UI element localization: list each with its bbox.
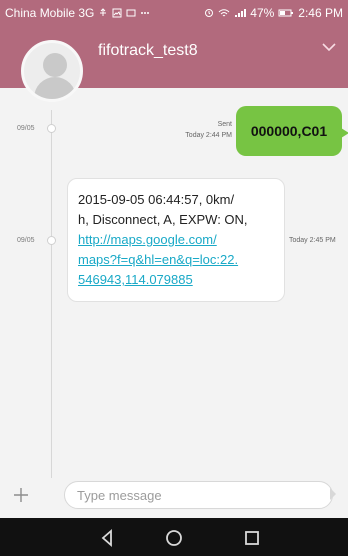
back-icon[interactable] xyxy=(95,526,119,550)
image-icon xyxy=(112,8,122,18)
map-link[interactable]: maps?f=q&hl=en&q=loc:22. xyxy=(78,250,274,270)
message-input[interactable] xyxy=(64,481,333,509)
more-icon xyxy=(141,12,150,14)
add-attachment-icon[interactable] xyxy=(12,486,30,504)
send-arrow-icon[interactable] xyxy=(330,488,336,500)
received-message-line: h, Disconnect, A, EXPW: ON, xyxy=(78,212,248,227)
sent-time: Today 2:44 PM xyxy=(185,132,232,139)
sent-meta: Sent Today 2:44 PM xyxy=(185,119,232,141)
status-left: China Mobile 3G xyxy=(5,6,150,20)
message-date: 09/05 xyxy=(17,237,35,244)
received-time: Today 2:45 PM xyxy=(289,237,336,244)
message-composer xyxy=(0,478,348,518)
sent-status: Sent xyxy=(217,121,232,128)
received-message-line: 2015-09-05 06:44:57, 0km/ xyxy=(78,192,235,207)
status-bar: China Mobile 3G 47% 2:46 PM xyxy=(0,0,348,26)
carrier-text: China Mobile 3G xyxy=(5,6,95,20)
battery-percent: 47% xyxy=(250,6,275,20)
message-date: 09/05 xyxy=(17,125,35,132)
recents-icon[interactable] xyxy=(240,526,264,550)
avatar-head xyxy=(43,53,67,77)
map-link[interactable]: 546943,114.079885 xyxy=(78,270,274,290)
timeline-line xyxy=(51,110,52,492)
avatar-body xyxy=(34,77,76,99)
chevron-down-icon[interactable] xyxy=(320,38,338,56)
map-link[interactable]: http://maps.google.com/ xyxy=(78,230,274,250)
sent-message-text: 000000,C01 xyxy=(250,123,328,139)
alarm-icon xyxy=(205,9,214,17)
signal-icon xyxy=(235,9,247,17)
timeline-dot xyxy=(47,124,56,133)
wifi-icon xyxy=(218,9,230,17)
status-right: 47% 2:46 PM xyxy=(204,6,343,20)
contact-name: fifotrack_test8 xyxy=(98,42,198,59)
message-icon xyxy=(126,9,136,17)
usb-icon xyxy=(100,8,107,16)
navigation-bar xyxy=(0,518,348,556)
status-time: 2:46 PM xyxy=(298,6,343,20)
sent-message-bubble[interactable]: 000000,C01 xyxy=(236,106,348,156)
timeline-dot xyxy=(47,236,56,245)
received-message-bubble[interactable]: 2015-09-05 06:44:57, 0km/ h, Disconnect,… xyxy=(67,178,285,302)
home-icon[interactable] xyxy=(162,526,186,550)
battery-icon xyxy=(278,9,294,17)
avatar[interactable] xyxy=(21,40,83,102)
